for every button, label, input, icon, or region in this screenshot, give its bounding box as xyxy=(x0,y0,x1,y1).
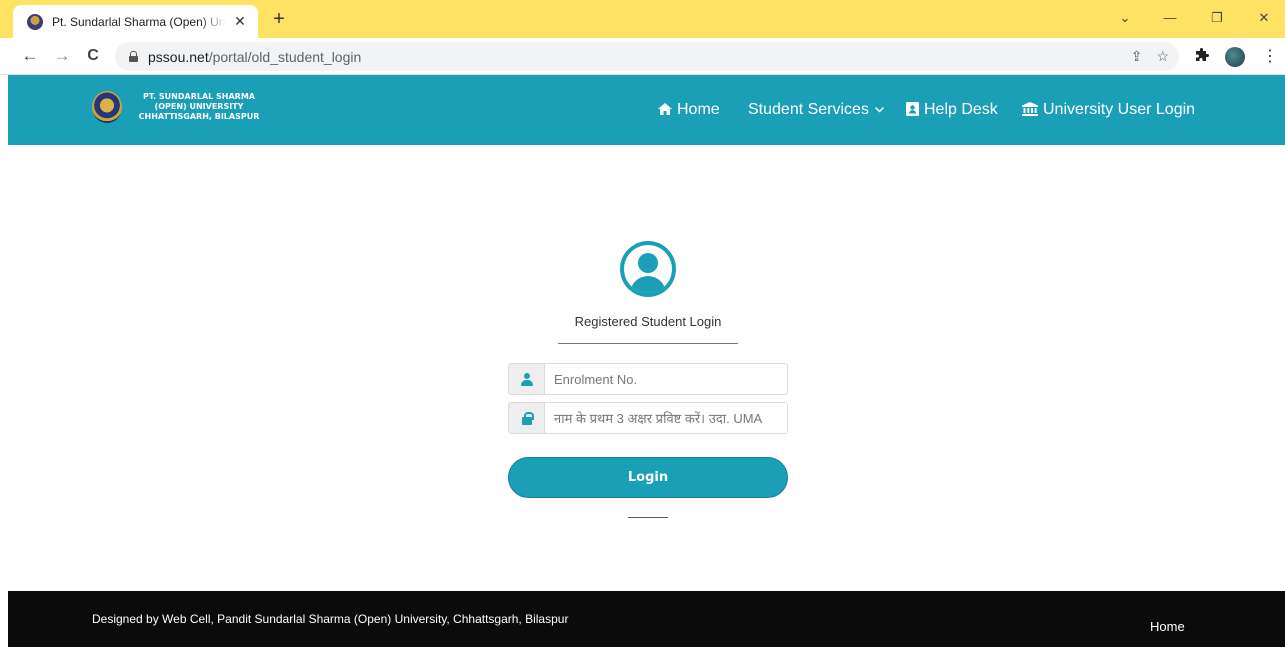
nav-home[interactable]: Home xyxy=(658,75,720,145)
browser-tab-strip: Pt. Sundarlal Sharma (Open) Univ ✕ + ⌄ —… xyxy=(0,0,1285,38)
tab-close-icon[interactable]: ✕ xyxy=(232,13,248,30)
site-footer: Designed by Web Cell, Pandit Sundarlal S… xyxy=(8,591,1285,647)
puzzle-icon[interactable] xyxy=(1194,48,1210,68)
nav-student-services[interactable]: Student Services xyxy=(748,75,884,145)
tab-search-icon[interactable]: ⌄ xyxy=(1115,10,1135,26)
university-logo-icon[interactable] xyxy=(92,91,122,123)
name-addon xyxy=(509,403,545,433)
login-button[interactable]: Login xyxy=(508,457,788,498)
home-icon xyxy=(658,102,672,118)
nav-student-services-label: Student Services xyxy=(748,101,869,118)
avatar-head xyxy=(638,253,658,273)
university-building-icon xyxy=(1022,101,1038,119)
user-icon xyxy=(520,372,533,386)
university-favicon-icon xyxy=(27,13,43,30)
bottom-divider xyxy=(628,517,668,518)
name-initials-input[interactable] xyxy=(545,403,787,433)
site-header: PT. SUNDARLAL SHARMA (OPEN) UNIVERSITY C… xyxy=(8,75,1285,145)
title-divider xyxy=(558,343,738,344)
profile-avatar-icon[interactable] xyxy=(1225,47,1245,67)
user-circle-icon xyxy=(620,241,676,297)
tab-title: Pt. Sundarlal Sharma (Open) Univ xyxy=(52,14,226,29)
minimize-icon[interactable]: — xyxy=(1160,10,1180,25)
avatar-inner xyxy=(624,245,672,293)
logo-line-3: CHHATTISGARH, BILASPUR xyxy=(138,112,260,121)
omnibox-actions: ⇪ ☆ xyxy=(1131,48,1169,65)
window-close-icon[interactable]: ✕ xyxy=(1254,10,1274,26)
login-title: Registered Student Login xyxy=(574,314,722,329)
address-book-icon xyxy=(906,101,919,119)
nav-university-login[interactable]: University User Login xyxy=(1022,75,1195,145)
browser-tab[interactable]: Pt. Sundarlal Sharma (Open) Univ ✕ xyxy=(13,5,258,38)
footer-credit: Designed by Web Cell, Pandit Sundarlal S… xyxy=(92,612,569,626)
logo-line-1: PT. SUNDARLAL SHARMA xyxy=(142,92,255,101)
avatar-body xyxy=(630,276,666,293)
nav-home-label: Home xyxy=(677,101,720,118)
padlock-icon xyxy=(521,411,534,425)
forward-icon[interactable]: → xyxy=(51,46,73,66)
back-icon[interactable]: ← xyxy=(19,46,41,66)
url-text[interactable]: pssou.net/portal/old_student_login xyxy=(148,49,361,65)
address-bar[interactable]: pssou.net/portal/old_student_login ⇪ ☆ xyxy=(115,42,1179,71)
browser-toolbar: ← → C pssou.net/portal/old_student_login… xyxy=(0,38,1285,75)
enrolment-input[interactable] xyxy=(545,364,787,394)
nav-help-desk[interactable]: Help Desk xyxy=(906,75,998,145)
name-field xyxy=(508,402,788,434)
nav-help-desk-label: Help Desk xyxy=(924,101,998,118)
url-path: /portal/old_student_login xyxy=(208,48,362,65)
footer-home-link[interactable]: Home xyxy=(1150,619,1185,634)
bookmark-star-icon[interactable]: ☆ xyxy=(1156,48,1169,65)
enrolment-addon xyxy=(509,364,545,394)
share-icon[interactable]: ⇪ xyxy=(1131,48,1143,65)
reload-icon[interactable]: C xyxy=(82,46,104,66)
browser-menu-icon[interactable]: ⋮ xyxy=(1262,46,1278,66)
university-logo-text[interactable]: PT. SUNDARLAL SHARMA (OPEN) UNIVERSITY C… xyxy=(124,92,274,122)
logo-line-2: (OPEN) UNIVERSITY xyxy=(154,102,244,111)
enrolment-field xyxy=(508,363,788,395)
nav-university-login-label: University User Login xyxy=(1043,101,1196,118)
lock-icon[interactable] xyxy=(129,51,138,62)
url-host: pssou.net xyxy=(148,48,209,65)
chevron-down-icon xyxy=(874,105,884,116)
new-tab-button[interactable]: + xyxy=(268,9,290,31)
restore-icon[interactable]: ❐ xyxy=(1207,10,1227,26)
